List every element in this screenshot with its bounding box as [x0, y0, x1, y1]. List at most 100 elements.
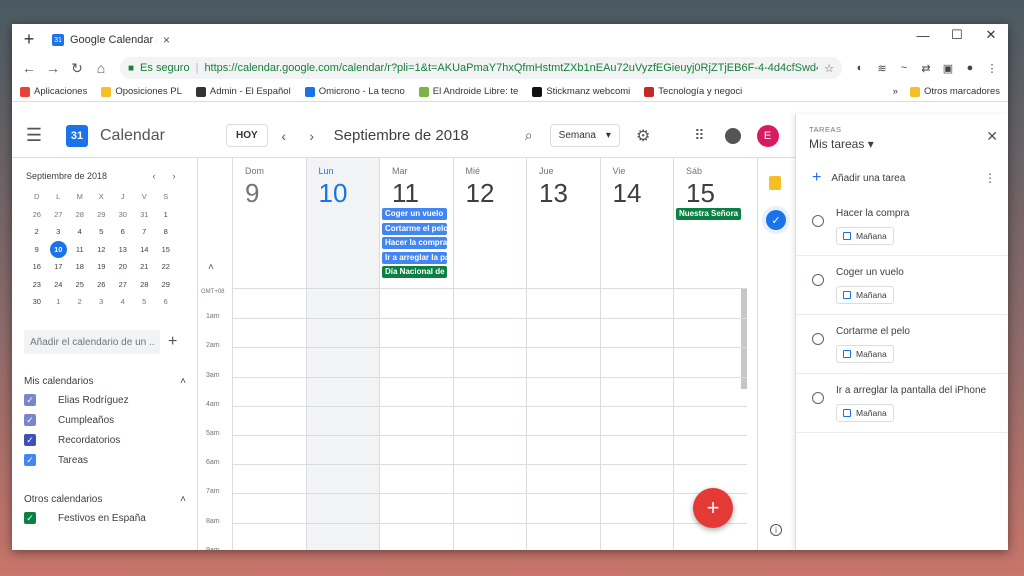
tasks-icon[interactable]: ✓: [766, 210, 786, 230]
mini-day[interactable]: 17: [48, 258, 70, 276]
day-header[interactable]: Jue 13: [526, 158, 600, 288]
mini-day[interactable]: 31: [134, 206, 156, 224]
mini-day[interactable]: 13: [112, 241, 134, 259]
extension-glasses-icon[interactable]: ◐: [850, 58, 870, 78]
calendar-item[interactable]: ✓ Festivos en España: [24, 508, 186, 528]
mini-day[interactable]: 12: [91, 241, 113, 259]
home-icon[interactable]: ⌂: [90, 57, 112, 79]
mini-day[interactable]: 19: [91, 258, 113, 276]
calendar-item[interactable]: ✓ Elias Rodríguez: [24, 390, 186, 410]
task-title[interactable]: Cortarme el pelo: [836, 325, 910, 339]
bookmark-apps[interactable]: Aplicaciones: [20, 86, 87, 97]
day-number[interactable]: 9: [245, 178, 306, 209]
extension-screen-icon[interactable]: ▣: [938, 58, 958, 78]
allday-event[interactable]: Día Nacional de Cataluña: [382, 266, 447, 278]
browser-menu-icon[interactable]: ⋮: [982, 58, 1002, 78]
allday-event[interactable]: Cortarme el pelo: [382, 222, 447, 235]
mini-day[interactable]: 18: [69, 258, 91, 276]
complete-task-checkbox[interactable]: [812, 215, 824, 227]
day-header[interactable]: Sáb 15 Nuestra Señora: [673, 158, 747, 288]
time-grid[interactable]: [232, 288, 747, 550]
view-selector[interactable]: Semana ▾: [549, 124, 620, 147]
main-menu-icon[interactable]: ☰: [12, 125, 56, 146]
mini-day[interactable]: 29: [155, 276, 177, 294]
day-column[interactable]: [526, 289, 600, 550]
add-task-button[interactable]: + Añadir una tarea ⋮: [796, 159, 1008, 197]
task-title[interactable]: Ir a arreglar la pantalla del iPhone: [836, 384, 986, 398]
allday-event[interactable]: Nuestra Señora: [676, 208, 741, 220]
forward-icon[interactable]: →: [42, 57, 64, 79]
calendar-item[interactable]: ✓ Recordatorios: [24, 430, 186, 450]
checkbox-checked-icon[interactable]: ✓: [24, 512, 36, 524]
address-bar[interactable]: ■ Es seguro | https://calendar.google.co…: [120, 57, 842, 79]
more-options-icon[interactable]: ⋮: [984, 171, 996, 185]
create-event-button[interactable]: +: [693, 488, 733, 528]
complete-task-checkbox[interactable]: [812, 333, 824, 345]
day-number[interactable]: 14: [613, 178, 674, 209]
minimize-button[interactable]: —: [906, 24, 940, 46]
back-icon[interactable]: ←: [18, 57, 40, 79]
mini-day[interactable]: 28: [69, 206, 91, 224]
extension-arrows-icon[interactable]: ⇄: [916, 58, 936, 78]
bookmark-admin[interactable]: Admin - El Español: [195, 86, 291, 97]
mini-prev-icon[interactable]: ‹: [144, 171, 164, 181]
mini-day[interactable]: 1: [155, 206, 177, 224]
mini-day[interactable]: 2: [69, 293, 91, 311]
other-calendars-header[interactable]: Otros calendarios ˄: [24, 490, 186, 508]
mini-day[interactable]: 7: [134, 223, 156, 241]
mini-day[interactable]: 9: [26, 241, 48, 259]
mini-day[interactable]: 6: [155, 293, 177, 311]
apps-grid-icon[interactable]: ⠿: [694, 127, 704, 144]
checkbox-checked-icon[interactable]: ✓: [24, 414, 36, 426]
mini-day[interactable]: 22: [155, 258, 177, 276]
day-number[interactable]: 15: [686, 178, 747, 209]
day-header[interactable]: Dom 9: [232, 158, 306, 288]
mini-day[interactable]: 30: [112, 206, 134, 224]
day-number[interactable]: 10: [319, 178, 380, 209]
mini-day[interactable]: 5: [91, 223, 113, 241]
reload-icon[interactable]: ↻: [66, 57, 88, 79]
today-button[interactable]: HOY: [226, 124, 268, 147]
mini-day-today[interactable]: 10: [49, 240, 67, 258]
mini-day[interactable]: 4: [112, 293, 134, 311]
bookmark-oposiciones[interactable]: Oposiciones PL: [101, 86, 182, 97]
day-number[interactable]: 11: [392, 178, 453, 209]
mini-day[interactable]: 16: [26, 258, 48, 276]
mini-day[interactable]: 29: [91, 206, 113, 224]
allday-event[interactable]: Hacer la compra: [382, 237, 447, 249]
complete-task-checkbox[interactable]: [812, 392, 824, 404]
keep-icon[interactable]: [769, 176, 781, 190]
task-item[interactable]: Ir a arreglar la pantalla del iPhone Maña…: [796, 374, 1008, 433]
calendar-item[interactable]: ✓ Cumpleaños: [24, 410, 186, 430]
bookmark-tecnologia[interactable]: Tecnología y negoci: [644, 86, 742, 97]
mini-day[interactable]: 23: [26, 276, 48, 294]
day-header[interactable]: Vie 14: [599, 158, 674, 288]
mini-day[interactable]: 24: [48, 276, 70, 294]
mini-day[interactable]: 2: [26, 223, 48, 241]
day-number[interactable]: 13: [539, 178, 600, 209]
bookmark-omicrono[interactable]: Omicrono - La tecno: [304, 86, 405, 97]
mini-day[interactable]: 20: [112, 258, 134, 276]
mini-day[interactable]: 5: [134, 293, 156, 311]
checkbox-checked-icon[interactable]: ✓: [24, 454, 36, 466]
day-column[interactable]: [599, 289, 674, 550]
plus-icon[interactable]: +: [168, 333, 177, 351]
other-bookmarks[interactable]: Otros marcadores: [909, 86, 1000, 97]
mini-day[interactable]: 26: [91, 276, 113, 294]
more-bookmarks-icon[interactable]: »: [893, 86, 898, 97]
task-item[interactable]: Cortarme el pelo Mañana: [796, 315, 1008, 374]
mini-day[interactable]: 15: [155, 241, 177, 259]
profile-icon[interactable]: ●: [960, 58, 980, 78]
mini-day[interactable]: 21: [134, 258, 156, 276]
day-number[interactable]: 12: [466, 178, 527, 209]
bookmark-stickmanz[interactable]: Stickmanz webcomi: [532, 86, 630, 97]
task-title[interactable]: Hacer la compra: [836, 207, 909, 221]
search-icon[interactable]: ⌕: [514, 127, 544, 144]
mini-day[interactable]: 30: [26, 293, 48, 311]
info-icon[interactable]: i: [770, 524, 782, 536]
mini-day[interactable]: 14: [134, 241, 156, 259]
new-tab-button[interactable]: +: [12, 24, 46, 54]
extension-wave-icon[interactable]: ~: [894, 58, 914, 78]
close-tab-icon[interactable]: ×: [163, 33, 170, 47]
next-week-icon[interactable]: ›: [300, 128, 324, 144]
